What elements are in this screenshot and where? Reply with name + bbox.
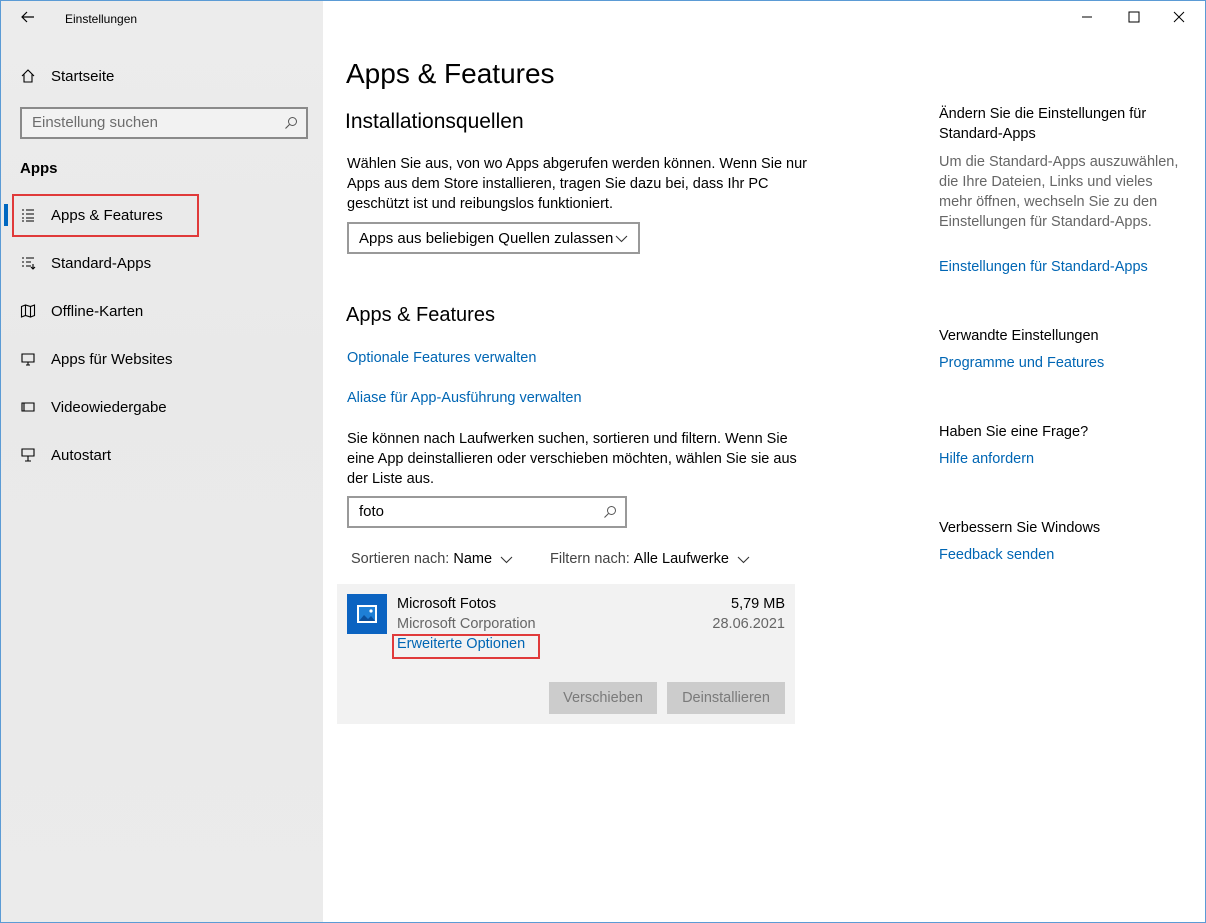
sidebar-item-label: Videowiedergabe: [51, 398, 167, 416]
home-icon: [19, 67, 37, 85]
sidebar-item-label: Offline-Karten: [51, 302, 144, 320]
map-icon: [19, 302, 37, 320]
highlight-box-apps-features: [12, 194, 199, 237]
apps-search-description: Sie können nach Laufwerken suchen, sorti…: [347, 431, 797, 487]
related-settings-heading: Verwandte Einstellungen: [939, 328, 1099, 344]
maximize-icon[interactable]: [1123, 6, 1145, 28]
get-help-link[interactable]: Hilfe anfordern: [939, 451, 1034, 467]
improve-windows-heading: Verbessern Sie Windows: [939, 520, 1101, 536]
home-label: Startseite: [51, 67, 115, 85]
minimize-icon[interactable]: [1076, 6, 1098, 28]
section-label-apps: Apps: [20, 160, 58, 177]
filter-value: Alle Laufwerke: [633, 551, 729, 567]
optional-features-link[interactable]: Optionale Features verwalten: [347, 350, 536, 366]
sidebar-item-offline-maps[interactable]: Offline-Karten: [19, 299, 143, 323]
dropdown-value: Apps aus beliebigen Quellen zulassen: [359, 229, 614, 247]
sidebar-item-label: Standard-Apps: [51, 254, 152, 272]
uninstall-button[interactable]: Deinstallieren: [667, 682, 785, 714]
search-icon[interactable]: [603, 505, 617, 519]
highlight-box-advanced-options: [392, 634, 540, 659]
install-sources-dropdown[interactable]: Apps aus beliebigen Quellen zulassen: [347, 222, 640, 254]
app-name: Microsoft Fotos: [397, 596, 497, 612]
sidebar-item-apps-websites[interactable]: Apps für Websites: [19, 347, 172, 371]
filter-label: Filtern nach:: [550, 551, 630, 567]
chevron-down-icon: [500, 556, 513, 563]
window-title: Einstellungen: [65, 12, 138, 26]
video-icon: [19, 398, 37, 416]
sidebar-item-autostart[interactable]: Autostart: [19, 443, 111, 467]
app-date: 28.06.2021: [712, 616, 785, 632]
sidebar-item-label: Autostart: [51, 446, 112, 464]
sidebar-item-label: Apps für Websites: [51, 350, 173, 368]
active-indicator: [4, 204, 8, 226]
question-heading: Haben Sie eine Frage?: [939, 424, 1089, 440]
default-apps-icon: [19, 254, 37, 272]
apps-websites-icon: [19, 350, 37, 368]
app-aliases-link[interactable]: Aliase für App-Ausführung verwalten: [347, 390, 582, 406]
search-icon[interactable]: [284, 116, 298, 130]
move-button[interactable]: Verschieben: [549, 682, 657, 714]
settings-search-input[interactable]: [32, 114, 272, 131]
install-sources-description: Wählen Sie aus, von wo Apps abgerufen we…: [347, 156, 807, 212]
apps-search-input[interactable]: [359, 503, 589, 520]
page-title: Apps & Features: [346, 58, 555, 89]
install-sources-heading: Installationsquellen: [345, 110, 524, 133]
default-apps-heading: Ändern Sie die Einstellungen für Standar…: [939, 106, 1147, 142]
sidebar: Einstellungen Startseite Apps Apps & Fea…: [1, 1, 323, 922]
apps-search[interactable]: [347, 496, 627, 528]
close-icon[interactable]: [1168, 6, 1190, 28]
sort-value: Name: [453, 551, 493, 567]
send-feedback-link[interactable]: Feedback senden: [939, 547, 1054, 563]
photos-app-icon: [347, 594, 387, 634]
settings-search[interactable]: [20, 107, 308, 139]
default-apps-text: Um die Standard-Apps auszuwählen, die Ih…: [939, 154, 1179, 230]
home-link[interactable]: Startseite: [19, 65, 114, 87]
chevron-down-icon: [615, 235, 628, 243]
app-publisher: Microsoft Corporation: [397, 616, 536, 632]
app-size: 5,79 MB: [731, 596, 785, 612]
chevron-down-icon: [737, 556, 750, 563]
sidebar-item-standard-apps[interactable]: Standard-Apps: [19, 251, 151, 275]
default-apps-link[interactable]: Einstellungen für Standard-Apps: [939, 259, 1148, 275]
sidebar-item-video-playback[interactable]: Videowiedergabe: [19, 395, 167, 419]
apps-features-heading: Apps & Features: [346, 304, 495, 326]
startup-icon: [19, 446, 37, 464]
back-arrow-icon[interactable]: [18, 9, 38, 29]
programs-features-link[interactable]: Programme und Features: [939, 355, 1104, 371]
filter-dropdown[interactable]: Filtern nach: Alle Laufwerke: [550, 551, 750, 567]
sort-label: Sortieren nach:: [351, 551, 450, 567]
sort-dropdown[interactable]: Sortieren nach: Name: [351, 551, 513, 567]
